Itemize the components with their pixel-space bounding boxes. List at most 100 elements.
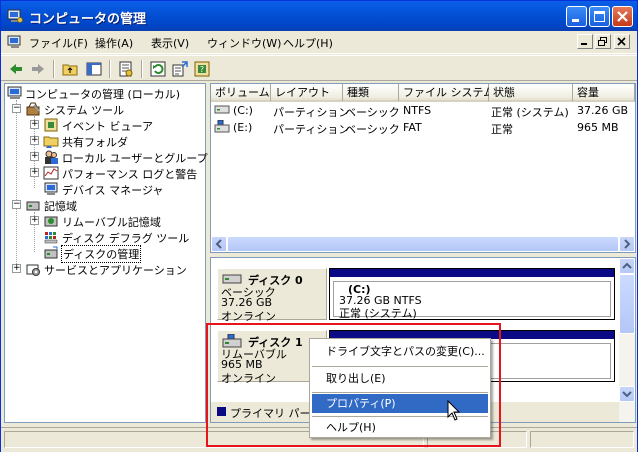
close-button[interactable]	[612, 6, 633, 27]
expand-toggle[interactable]: +	[30, 216, 39, 225]
context-menu: ドライブ文字とパスの変更(C)... 取り出し(E) プロパティ(P) ヘルプ(…	[309, 338, 491, 438]
vertical-scrollbar[interactable]	[619, 258, 635, 422]
volume-c-block[interactable]: (C:) 37.26 GB NTFS 正常 (システム)	[329, 268, 615, 320]
tree-label: 共有フォルダ	[62, 136, 128, 149]
tree-label: イベント ビューア	[62, 120, 154, 133]
menu-separator	[312, 416, 488, 417]
scroll-down-button[interactable]	[619, 386, 635, 402]
cell-capacity: 37.26 GB	[577, 104, 629, 117]
column-header-volume[interactable]: ボリューム	[211, 84, 271, 102]
scroll-left-button[interactable]	[211, 236, 227, 252]
minimize-button[interactable]	[566, 6, 587, 27]
maximize-button[interactable]	[589, 6, 610, 27]
menu-view[interactable]: 表示(V)	[151, 35, 189, 51]
cell-capacity: 965 MB	[577, 121, 619, 134]
toolbar-separator	[53, 60, 55, 78]
collapse-toggle[interactable]: −	[12, 200, 21, 209]
column-header-capacity[interactable]: 容量	[573, 84, 635, 102]
tree-disk-management[interactable]: ディスクの管理	[30, 245, 202, 263]
tree-local-users[interactable]: + ローカル ユーザーとグループ	[30, 149, 208, 165]
document-window-icon[interactable]	[7, 34, 23, 50]
tree-system-tools[interactable]: − システム ツール	[12, 101, 202, 117]
tree-label: コンピュータの管理 (ローカル)	[25, 88, 181, 101]
menu-separator	[312, 392, 488, 393]
services-icon	[26, 264, 40, 276]
scroll-up-button[interactable]	[619, 258, 635, 274]
menu-item-properties[interactable]: プロパティ(P)	[312, 394, 488, 413]
disk-state: オンライン	[221, 310, 276, 323]
cell-filesystem: NTFS	[403, 104, 432, 117]
menu-action[interactable]: 操作(A)	[95, 35, 133, 51]
child-close-button[interactable]	[614, 34, 630, 49]
primary-partition-bar	[330, 269, 614, 277]
tree-removable-storage[interactable]: + リムーバブル記憶域	[30, 213, 202, 229]
show-hide-tree-icon[interactable]	[85, 60, 103, 78]
tree-shared-folders[interactable]: + 共有フォルダ	[30, 133, 202, 149]
column-header-filesystem[interactable]: ファイル システム	[399, 84, 494, 102]
close-icon	[617, 37, 626, 46]
expand-toggle[interactable]: +	[30, 136, 39, 145]
child-minimize-button[interactable]	[577, 34, 593, 49]
title-bar[interactable]: コンピュータの管理	[1, 1, 637, 31]
tree-storage[interactable]: − 記憶域	[12, 197, 202, 213]
restore-icon	[598, 37, 607, 46]
column-header-layout[interactable]: レイアウト	[271, 84, 343, 102]
tree-label: パフォーマンス ログと警告	[62, 168, 198, 181]
export-list-icon[interactable]	[171, 60, 189, 78]
tree-label: ローカル ユーザーとグループ	[62, 152, 208, 165]
maximize-icon	[594, 11, 605, 22]
menu-help[interactable]: ヘルプ(H)	[283, 35, 333, 51]
tree-label: サービスとアプリケーション	[44, 264, 187, 277]
column-header-status[interactable]: 状態	[489, 84, 573, 102]
scroll-right-button[interactable]	[619, 236, 635, 252]
tree-services-apps[interactable]: + サービスとアプリケーション	[12, 261, 202, 277]
menu-file[interactable]: ファイル(F)	[29, 35, 88, 51]
horizontal-scrollbar[interactable]	[211, 236, 635, 252]
tree-label: リムーバブル記憶域	[62, 216, 161, 229]
scroll-thumb[interactable]	[619, 274, 635, 334]
removable-drive-icon	[214, 120, 230, 133]
child-restore-button[interactable]	[595, 34, 611, 49]
shared-folder-icon	[43, 136, 59, 148]
cell-filesystem: FAT	[403, 121, 422, 134]
menu-item-help[interactable]: ヘルプ(H)	[312, 418, 488, 437]
users-icon	[45, 150, 58, 164]
menu-bar: ファイル(F) 操作(A) 表示(V) ウィンドウ(W) ヘルプ(H)	[1, 31, 637, 54]
toolbar-separator	[109, 60, 111, 78]
refresh-icon[interactable]	[149, 60, 167, 78]
help-icon[interactable]: ?	[193, 60, 211, 78]
forward-arrow-icon[interactable]	[29, 60, 47, 78]
drive-icon	[214, 105, 230, 114]
computer-management-icon	[7, 9, 23, 23]
column-header-type[interactable]: 種類	[343, 84, 399, 102]
table-row[interactable]: (E:) パーティション ベーシック FAT 正常 965 MB	[211, 119, 635, 136]
cell-status: 正常 (システム)	[491, 106, 569, 119]
tree-event-viewer[interactable]: + イベント ビューア	[30, 117, 202, 133]
expand-toggle[interactable]: +	[12, 264, 21, 273]
menu-item-change-drive-letter[interactable]: ドライブ文字とパスの変更(C)...	[312, 342, 488, 361]
expand-toggle[interactable]: +	[30, 152, 39, 161]
svg-text:?: ?	[200, 65, 204, 74]
tree-connector	[16, 100, 17, 268]
menu-window[interactable]: ウィンドウ(W)	[207, 35, 281, 51]
table-row[interactable]: (C:) パーティション ベーシック NTFS 正常 (システム) 37.26 …	[211, 102, 635, 119]
expand-toggle[interactable]: +	[30, 168, 39, 177]
up-folder-icon[interactable]	[61, 60, 79, 78]
back-arrow-icon[interactable]	[7, 60, 25, 78]
expand-toggle[interactable]: +	[30, 120, 39, 129]
menu-item-eject[interactable]: 取り出し(E)	[312, 369, 488, 388]
tree-performance-logs[interactable]: + パフォーマンス ログと警告	[30, 165, 202, 181]
console-tree[interactable]: コンピュータの管理 (ローカル) − システム ツール + イベント ビューア …	[4, 83, 208, 423]
tree-root[interactable]: コンピュータの管理 (ローカル)	[7, 85, 205, 101]
scroll-thumb[interactable]	[227, 236, 619, 252]
window-title: コンピュータの管理	[29, 12, 147, 27]
properties-icon[interactable]	[117, 60, 135, 78]
tree-device-manager[interactable]: デバイス マネージャ	[30, 181, 202, 197]
tree-disk-defrag[interactable]: ディスク デフラグ ツール	[30, 229, 202, 245]
disk-0-info[interactable]: ディスク 0 ベーシック 37.26 GB オンライン	[217, 268, 327, 323]
volume-list[interactable]: ボリューム レイアウト 種類 ファイル システム 状態 容量 (C:) パーティ…	[210, 83, 636, 253]
collapse-toggle[interactable]: −	[12, 104, 21, 113]
cell-volume: (C:)	[233, 104, 253, 117]
tree-label: ディスク デフラグ ツール	[62, 232, 190, 245]
status-panel	[530, 431, 634, 448]
